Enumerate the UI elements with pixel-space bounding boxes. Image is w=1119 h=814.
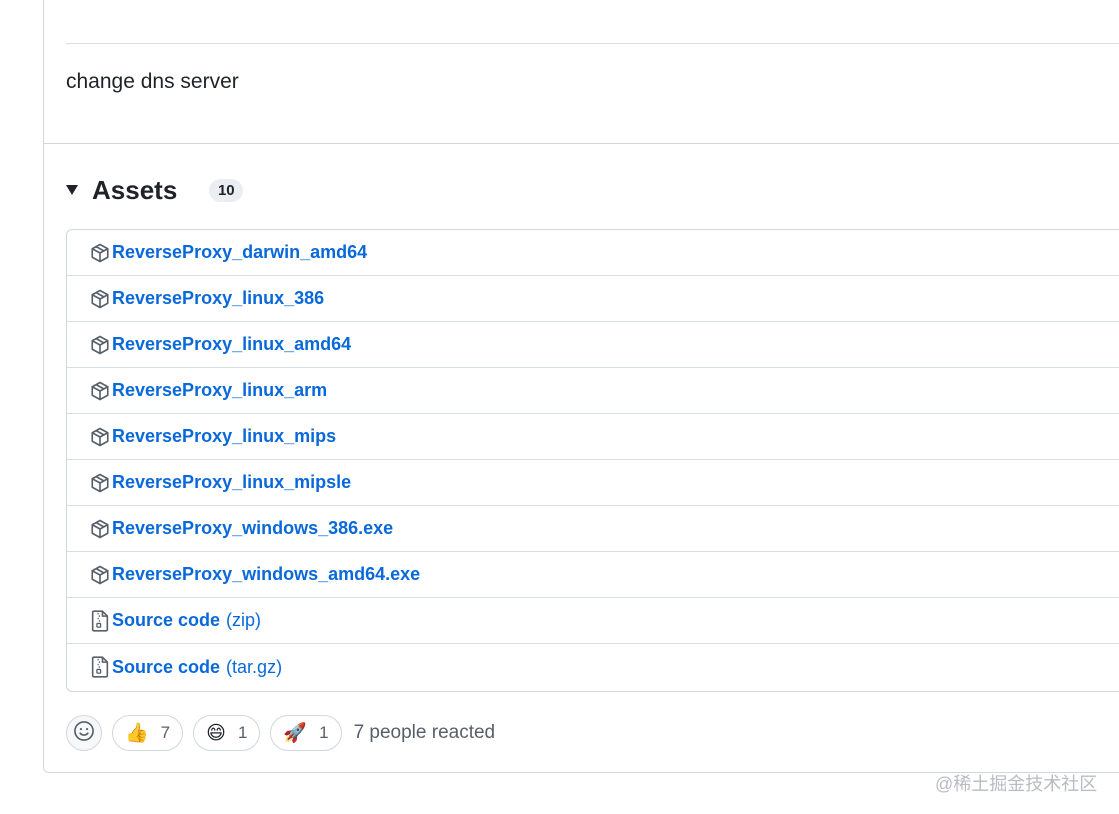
- asset-link[interactable]: ReverseProxy_linux_arm: [112, 380, 327, 401]
- smiley-icon: [73, 720, 95, 747]
- triangle-down-icon: [66, 185, 78, 195]
- asset-row: Source code (tar.gz): [67, 644, 1119, 690]
- asset-link[interactable]: ReverseProxy_linux_amd64: [112, 334, 351, 355]
- rocket-icon: 🚀: [283, 722, 308, 744]
- reactions-summary: 7 people reacted: [353, 722, 496, 743]
- asset-row: ReverseProxy_linux_amd64: [67, 322, 1119, 368]
- asset-link[interactable]: Source code: [112, 610, 220, 631]
- asset-link[interactable]: ReverseProxy_linux_mips: [112, 426, 336, 447]
- asset-row: ReverseProxy_linux_mips: [67, 414, 1119, 460]
- asset-link[interactable]: ReverseProxy_linux_mipsle: [112, 472, 351, 493]
- asset-row: ReverseProxy_windows_amd64.exe: [67, 552, 1119, 598]
- divider: [44, 143, 1119, 144]
- package-icon: [90, 380, 110, 402]
- package-icon: [90, 334, 110, 356]
- package-icon: [90, 426, 110, 448]
- reaction-rocket-button[interactable]: 🚀 1: [270, 715, 342, 751]
- asset-link[interactable]: ReverseProxy_darwin_amd64: [112, 242, 367, 263]
- asset-row: ReverseProxy_linux_mipsle: [67, 460, 1119, 506]
- package-icon: [90, 472, 110, 494]
- asset-link[interactable]: ReverseProxy_windows_386.exe: [112, 518, 393, 539]
- asset-link[interactable]: ReverseProxy_windows_amd64.exe: [112, 564, 420, 585]
- asset-row: Source code (zip): [67, 598, 1119, 644]
- asset-format-label: (tar.gz): [226, 656, 283, 677]
- reaction-count: 7: [160, 723, 171, 742]
- asset-row: ReverseProxy_windows_386.exe: [67, 506, 1119, 552]
- package-icon: [90, 288, 110, 310]
- reaction-count: 1: [237, 723, 248, 742]
- assets-toggle[interactable]: Assets 10: [66, 172, 244, 208]
- package-icon: [90, 518, 110, 540]
- reaction-laugh-button[interactable]: 😄 1: [193, 715, 261, 751]
- assets-list: ReverseProxy_darwin_amd64 ReverseProxy_l…: [66, 229, 1119, 692]
- laugh-icon: 😄: [206, 722, 226, 744]
- package-icon: [90, 564, 110, 586]
- asset-link[interactable]: Source code: [112, 657, 220, 678]
- reaction-thumbs-up-button[interactable]: 👍 7: [112, 715, 184, 751]
- asset-format-label: (zip): [226, 610, 262, 630]
- thumbs-up-icon: 👍: [125, 722, 149, 744]
- package-icon: [90, 242, 110, 264]
- release-body-text: change dns server: [66, 70, 239, 93]
- assets-title: Assets: [92, 174, 178, 205]
- asset-row: ReverseProxy_linux_386: [67, 276, 1119, 322]
- divider: [66, 43, 1119, 44]
- file-zip-icon: [90, 656, 110, 678]
- watermark: @稀土掘金技术社区: [935, 774, 1098, 794]
- assets-count-badge: 10: [209, 178, 244, 202]
- asset-row: ReverseProxy_linux_arm: [67, 368, 1119, 414]
- add-reaction-button[interactable]: [66, 715, 102, 751]
- reaction-count: 1: [319, 723, 329, 742]
- asset-row: ReverseProxy_darwin_amd64: [67, 230, 1119, 276]
- file-zip-icon: [90, 609, 110, 632]
- asset-link[interactable]: ReverseProxy_linux_386: [112, 288, 324, 309]
- reactions-bar: 👍 7 😄 1 🚀 1 7 people reacted: [66, 714, 495, 752]
